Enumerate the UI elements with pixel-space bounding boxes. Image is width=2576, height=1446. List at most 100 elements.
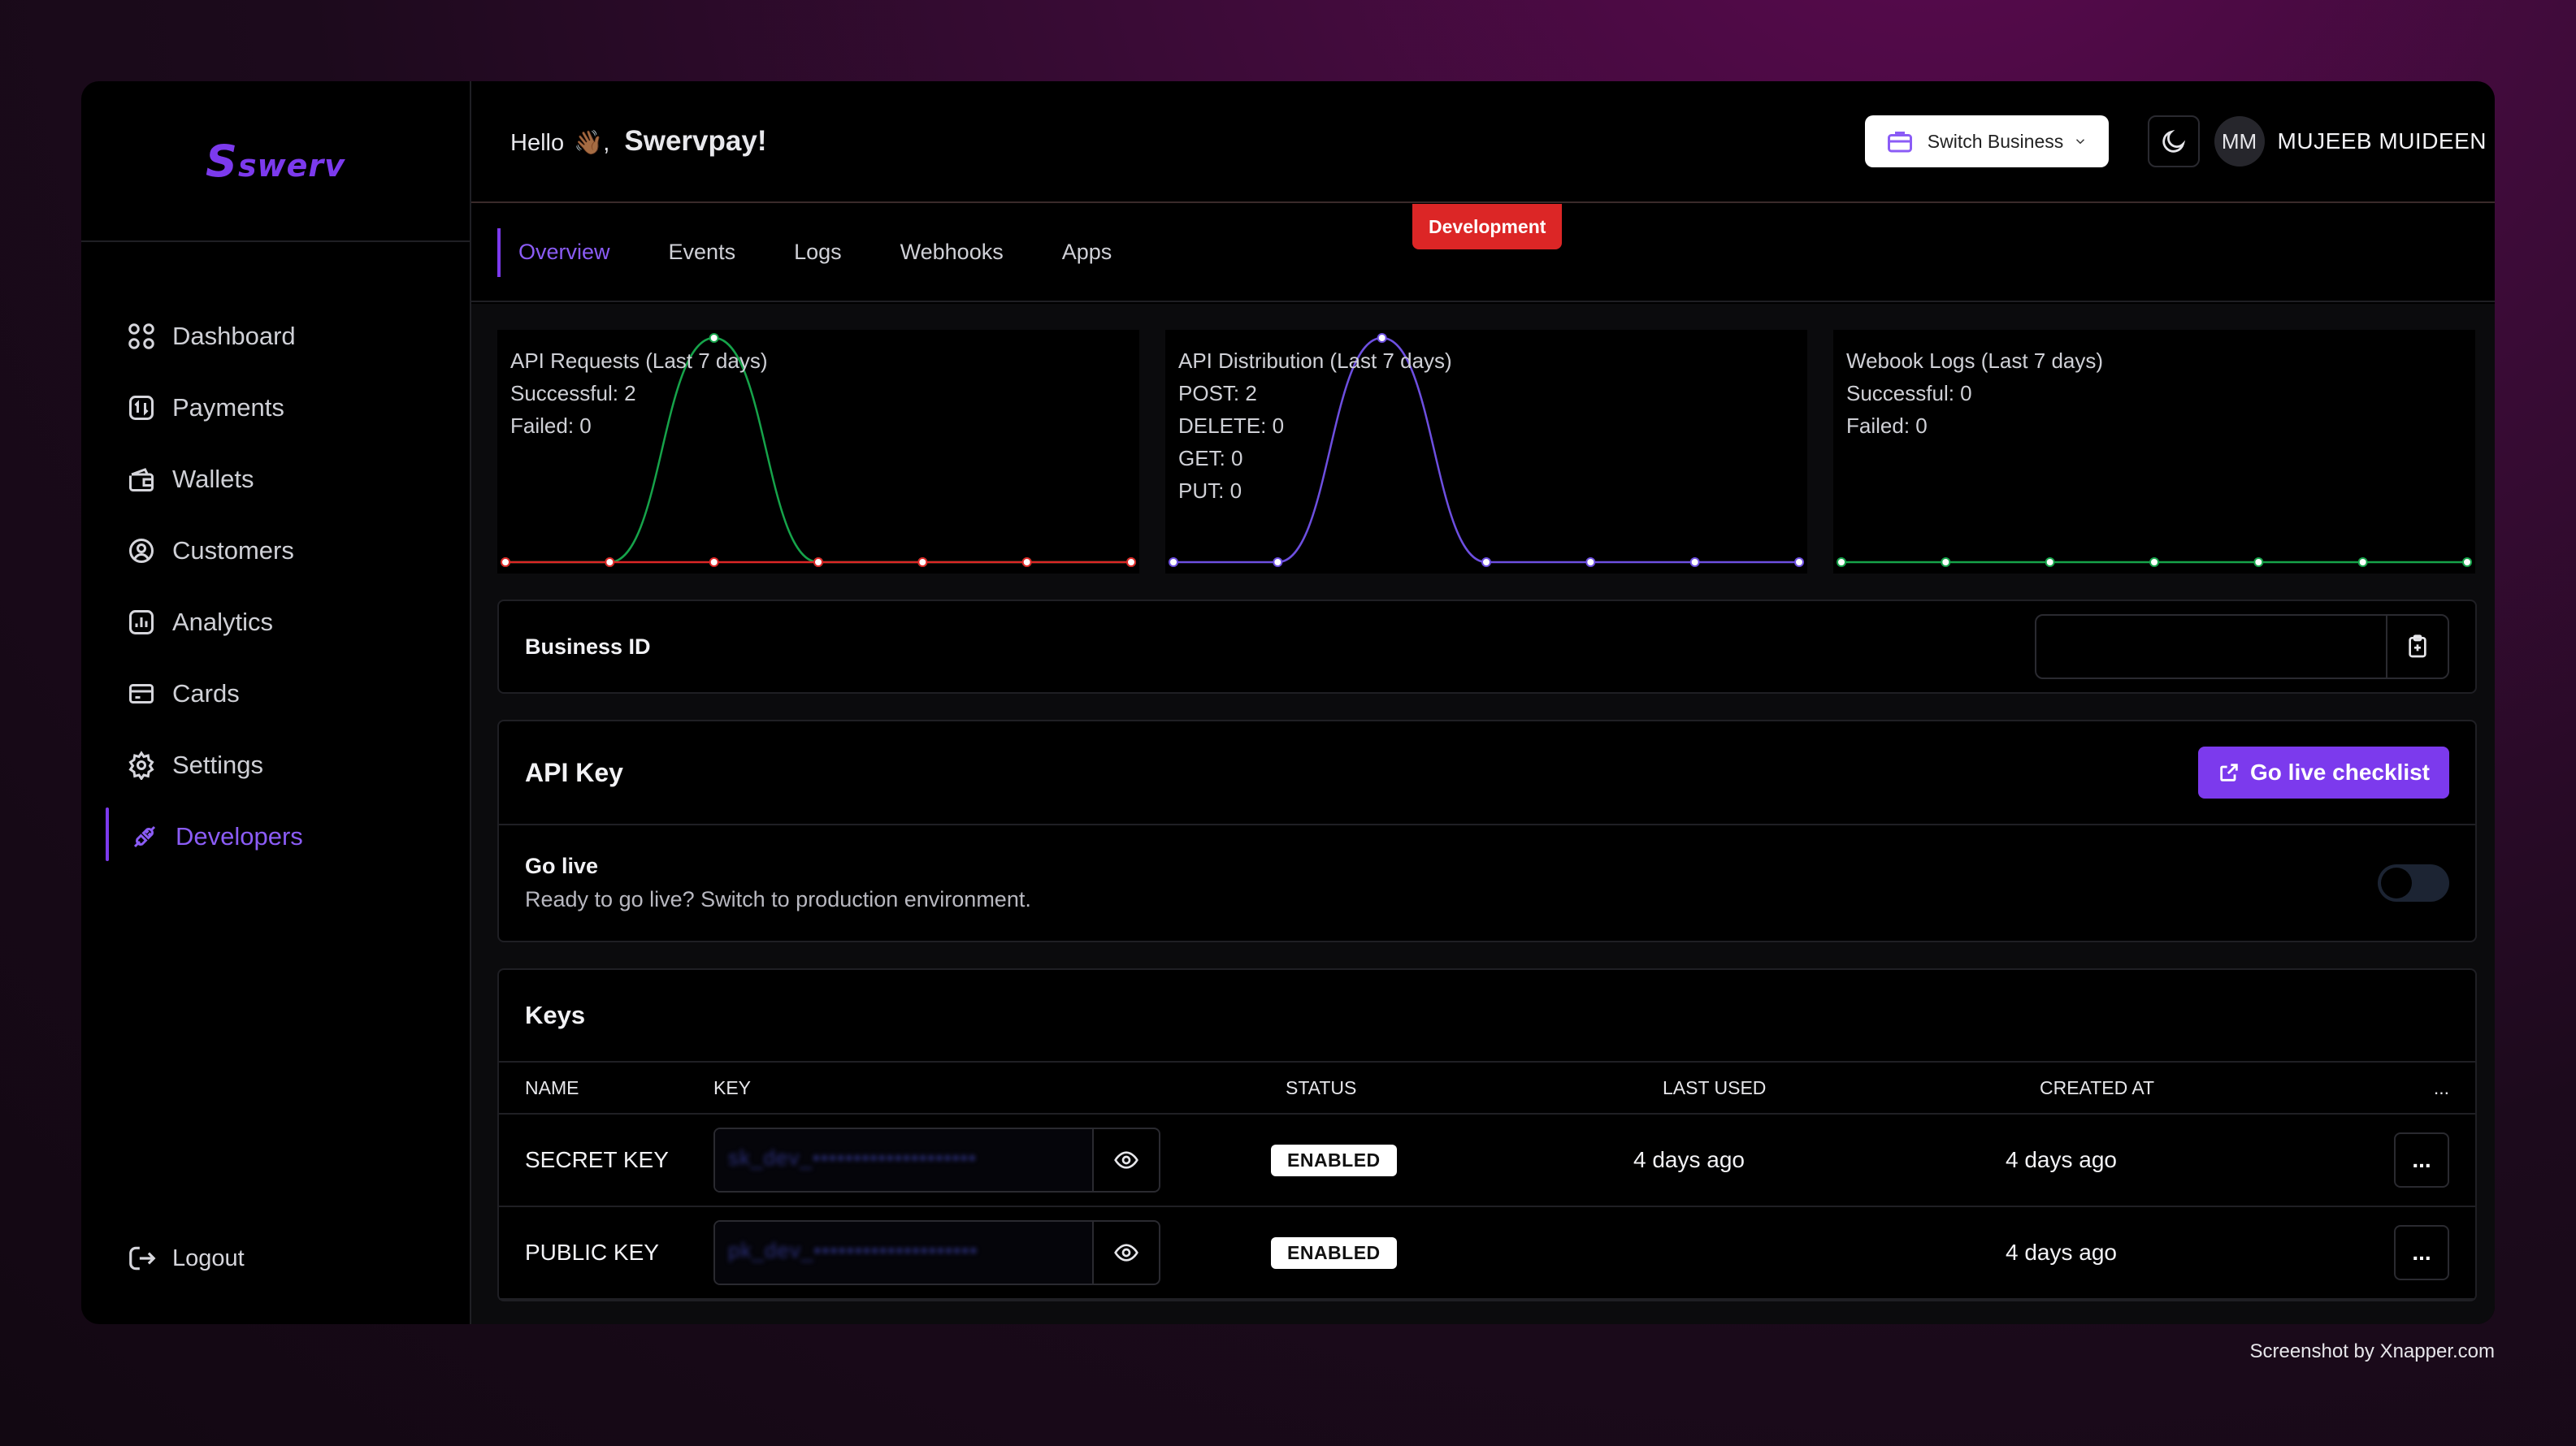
column-header-name: NAME bbox=[525, 1076, 579, 1098]
topbar: Hello 👋🏾, Swervpay! Switch Business MM M… bbox=[471, 81, 2495, 203]
data-point[interactable] bbox=[1021, 557, 1032, 567]
go-live-title: Go live bbox=[525, 854, 599, 878]
developers-icon bbox=[128, 820, 161, 853]
row-actions-button[interactable]: ... bbox=[2394, 1225, 2449, 1280]
tab-apps[interactable]: Apps bbox=[1062, 240, 1112, 265]
switch-business-button[interactable]: Switch Business bbox=[1864, 115, 2109, 167]
chart-stat: DELETE: 0 bbox=[1178, 413, 1285, 438]
data-point[interactable] bbox=[605, 557, 615, 567]
column-header-status: STATUS bbox=[1286, 1076, 1357, 1098]
data-point[interactable] bbox=[813, 557, 823, 567]
avatar[interactable]: MM bbox=[2214, 116, 2265, 167]
logo[interactable]: Sswerv bbox=[206, 136, 345, 187]
column-header-actions: ... bbox=[2433, 1076, 2449, 1098]
data-point[interactable] bbox=[1585, 557, 1596, 567]
status-badge: ENABLED bbox=[1271, 1144, 1397, 1176]
card-icon bbox=[125, 678, 158, 710]
sidebar-item-cards[interactable]: Cards bbox=[81, 658, 470, 729]
data-point[interactable] bbox=[1689, 557, 1700, 567]
keys-title: Keys bbox=[525, 1001, 586, 1029]
sidebar-item-wallets[interactable]: Wallets bbox=[81, 444, 470, 515]
business-id-label: Business ID bbox=[525, 634, 651, 659]
greeting-text: Hello bbox=[510, 130, 565, 156]
logout-button[interactable]: Logout bbox=[127, 1243, 245, 1274]
data-point[interactable] bbox=[1794, 557, 1804, 567]
masked-key-value[interactable]: sk_dev_•••••••••••••••••••• bbox=[715, 1129, 1092, 1191]
chart-stat: PUT: 0 bbox=[1178, 478, 1242, 503]
tab-events[interactable]: Events bbox=[669, 240, 736, 265]
data-point[interactable] bbox=[709, 333, 719, 343]
app-window: Sswerv Dashboard Payments Wallets Custom… bbox=[81, 81, 2495, 1324]
topbar-actions: Switch Business MM MUJEEB MUIDEEN bbox=[1864, 115, 2487, 167]
sidebar-item-label: Wallets bbox=[172, 465, 254, 493]
greeting: Hello 👋🏾, Swervpay! bbox=[510, 125, 766, 158]
data-point[interactable] bbox=[2149, 557, 2159, 567]
overview-content: API Requests (Last 7 days) Successful: 2… bbox=[471, 304, 2495, 1324]
masked-key-value[interactable]: pk_dev_•••••••••••••••••••• bbox=[715, 1222, 1092, 1284]
sidebar-item-label: Developers bbox=[176, 822, 303, 851]
webhook-logs-chart: Webook Logs (Last 7 days) Successful: 0 … bbox=[1833, 330, 2475, 574]
column-header-created-at: CREATED AT bbox=[2040, 1076, 2154, 1098]
data-point[interactable] bbox=[1941, 557, 1951, 567]
created-at: 4 days ago bbox=[2006, 1240, 2117, 1265]
sidebar-item-analytics[interactable]: Analytics bbox=[81, 587, 470, 658]
data-point[interactable] bbox=[1377, 333, 1387, 343]
data-point[interactable] bbox=[2357, 557, 2368, 567]
username[interactable]: MUJEEB MUIDEEN bbox=[2278, 128, 2487, 154]
sidebar-item-label: Analytics bbox=[172, 608, 274, 636]
chart-labels: API Requests (Last 7 days) Successful: 2… bbox=[510, 344, 767, 442]
go-live-checklist-button[interactable]: Go live checklist bbox=[2198, 747, 2449, 799]
sidebar-item-payments[interactable]: Payments bbox=[81, 372, 470, 444]
chart-title: API Distribution (Last 7 days) bbox=[1178, 349, 1452, 373]
data-point[interactable] bbox=[1126, 557, 1136, 567]
row-actions-button[interactable]: ... bbox=[2394, 1132, 2449, 1188]
data-point[interactable] bbox=[1481, 557, 1491, 567]
tab-logs[interactable]: Logs bbox=[794, 240, 842, 265]
sidebar: Sswerv Dashboard Payments Wallets Custom… bbox=[81, 81, 471, 1324]
go-live-description: Ready to go live? Switch to production e… bbox=[525, 887, 1031, 911]
data-point[interactable] bbox=[2045, 557, 2055, 567]
data-point[interactable] bbox=[1837, 557, 1846, 567]
key-field: sk_dev_•••••••••••••••••••• bbox=[713, 1128, 1160, 1193]
chart-stat: Failed: 0 bbox=[1846, 413, 1928, 438]
business-id-panel: Business ID bbox=[497, 600, 2477, 694]
data-point[interactable] bbox=[2462, 557, 2472, 567]
api-key-header: API Key Go live checklist bbox=[499, 721, 2475, 825]
reveal-key-button[interactable] bbox=[1092, 1222, 1159, 1284]
data-point[interactable] bbox=[501, 557, 510, 567]
go-live-row: Go live Ready to go live? Switch to prod… bbox=[499, 825, 2475, 941]
chart-stat: GET: 0 bbox=[1178, 446, 1243, 470]
eye-icon bbox=[1114, 1151, 1138, 1169]
table-row: PUBLIC KEY pk_dev_•••••••••••••••••••• E… bbox=[499, 1207, 2475, 1300]
data-point[interactable] bbox=[1273, 557, 1283, 567]
theme-toggle-button[interactable] bbox=[2147, 115, 2200, 167]
reveal-key-button[interactable] bbox=[1092, 1129, 1159, 1191]
chart-title: Webook Logs (Last 7 days) bbox=[1846, 349, 2104, 373]
data-point[interactable] bbox=[1169, 557, 1178, 567]
copy-business-id-button[interactable] bbox=[2386, 616, 2448, 678]
sidebar-item-customers[interactable]: Customers bbox=[81, 515, 470, 587]
status-badge: ENABLED bbox=[1271, 1236, 1397, 1269]
api-key-title: API Key bbox=[525, 757, 623, 787]
data-point[interactable] bbox=[917, 557, 928, 567]
go-live-text: Go live Ready to go live? Switch to prod… bbox=[525, 854, 1031, 912]
sidebar-item-dashboard[interactable]: Dashboard bbox=[81, 301, 470, 372]
logout-icon bbox=[129, 1246, 156, 1271]
last-used: 4 days ago bbox=[1633, 1147, 1745, 1172]
business-id-field bbox=[2035, 614, 2449, 679]
created-at: 4 days ago bbox=[2006, 1147, 2117, 1172]
api-key-panel: API Key Go live checklist Go live Ready … bbox=[497, 720, 2477, 942]
screenshot-credit: Screenshot by Xnapper.com bbox=[2249, 1340, 2495, 1362]
environment-badge: Development bbox=[1412, 204, 1563, 249]
business-id-value[interactable] bbox=[2036, 616, 2386, 678]
masked-key-text: pk_dev_•••••••••••••••••••• bbox=[728, 1238, 978, 1262]
masked-key-text: sk_dev_•••••••••••••••••••• bbox=[728, 1145, 977, 1170]
tab-overview[interactable]: Overview bbox=[497, 227, 610, 277]
sidebar-item-developers[interactable]: Developers bbox=[81, 801, 470, 872]
sidebar-item-settings[interactable]: Settings bbox=[81, 729, 470, 801]
data-point[interactable] bbox=[709, 557, 719, 567]
data-point[interactable] bbox=[2253, 557, 2264, 567]
tab-webhooks[interactable]: Webhooks bbox=[900, 240, 1004, 265]
go-live-toggle[interactable] bbox=[2378, 864, 2449, 902]
business-name: Swervpay! bbox=[624, 125, 767, 157]
